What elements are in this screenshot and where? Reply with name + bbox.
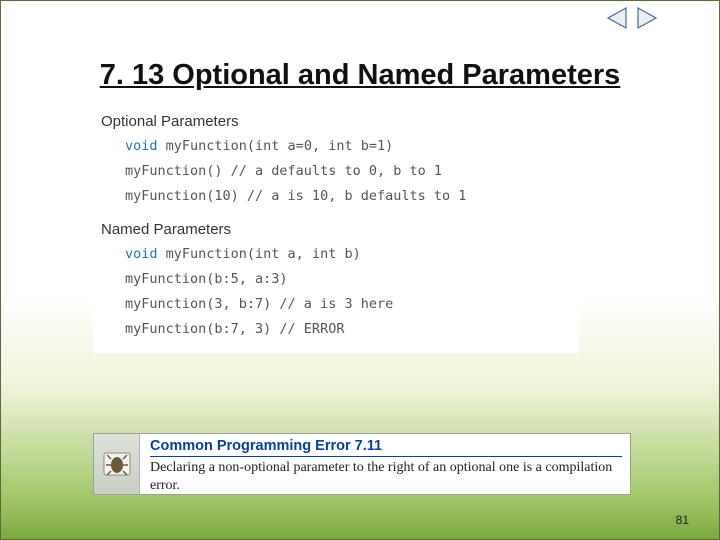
named-params-label: Named Parameters	[101, 221, 571, 238]
error-icon-cell	[94, 434, 140, 494]
code-line: myFunction() // a defaults to 0, b to 1	[125, 161, 571, 182]
keyword: void	[125, 138, 158, 154]
error-content: Common Programming Error 7.11 Declaring …	[140, 434, 630, 494]
code-line: void myFunction(int a=0, int b=1)	[125, 136, 571, 157]
code-line: myFunction(b:5, a:3)	[125, 269, 571, 290]
keyword: void	[125, 246, 158, 262]
page-number: 81	[676, 513, 689, 527]
code-line: myFunction(10) // a is 10, b defaults to…	[125, 186, 571, 207]
slide: 7. 13 Optional and Named Parameters Opti…	[0, 0, 720, 540]
next-button[interactable]	[633, 5, 659, 31]
triangle-left-icon	[606, 6, 630, 30]
error-title: Common Programming Error 7.11	[150, 438, 622, 457]
code-text: myFunction(int a, int b)	[158, 246, 361, 262]
page-title: 7. 13 Optional and Named Parameters	[1, 59, 719, 92]
error-body: Declaring a non-optional parameter to th…	[150, 459, 622, 494]
code-line: myFunction(b:7, 3) // ERROR	[125, 319, 571, 340]
optional-params-label: Optional Parameters	[101, 113, 571, 130]
triangle-right-icon	[634, 6, 658, 30]
code-text: myFunction(int a=0, int b=1)	[158, 138, 394, 154]
bug-icon	[100, 447, 134, 481]
error-callout: Common Programming Error 7.11 Declaring …	[93, 433, 631, 495]
code-line: myFunction(3, b:7) // a is 3 here	[125, 294, 571, 315]
code-line: void myFunction(int a, int b)	[125, 244, 571, 265]
nav-buttons	[605, 5, 659, 31]
prev-button[interactable]	[605, 5, 631, 31]
code-panel: Optional Parameters void myFunction(int …	[93, 99, 579, 353]
